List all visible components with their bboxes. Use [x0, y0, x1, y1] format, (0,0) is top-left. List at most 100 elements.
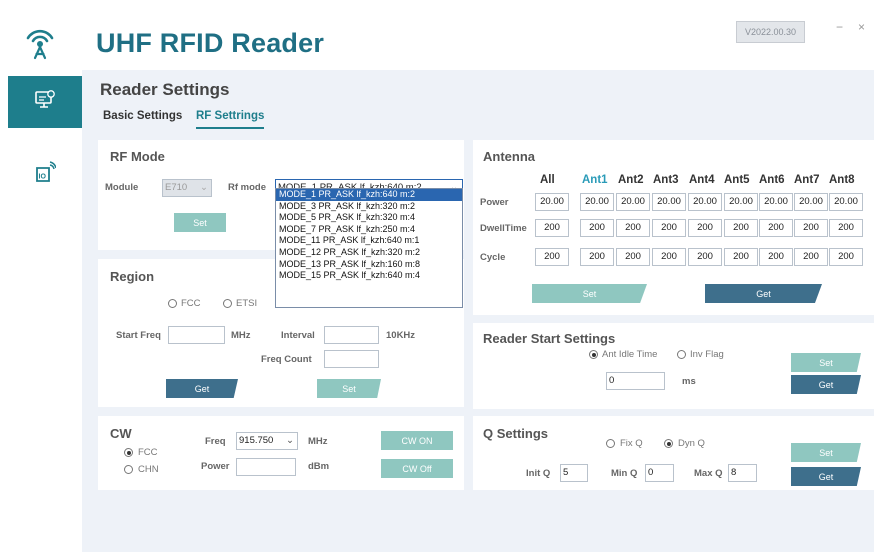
start-freq-input[interactable] — [168, 326, 225, 344]
title-bar: UHF RFID Reader V2022.00.30 − × — [8, 8, 874, 70]
cycle-ant6-input[interactable]: 200 — [759, 248, 793, 266]
sidebar: IO — [8, 70, 82, 552]
cw-chn-label: CHN — [138, 464, 159, 475]
region-fcc-label: FCC — [181, 298, 201, 309]
version-badge: V2022.00.30 — [736, 21, 806, 43]
antenna-get-button[interactable]: Get — [705, 284, 822, 303]
minimize-button[interactable]: − — [836, 20, 843, 34]
region-fcc-radio[interactable] — [168, 299, 177, 308]
power-ant7-input[interactable]: 20.00 — [794, 193, 828, 211]
cycle-ant1-input[interactable]: 200 — [580, 248, 614, 266]
ant-idle-time-label: Ant Idle Time — [602, 349, 658, 360]
dwelltime-ant5-input[interactable]: 200 — [724, 219, 758, 237]
rf-mode-option[interactable]: MODE_11 PR_ASK lf_kzh:640 m:1 — [276, 235, 462, 247]
antenna-set-button[interactable]: Set — [532, 284, 647, 303]
dwelltime-ant6-input[interactable]: 200 — [759, 219, 793, 237]
sidebar-item-settings[interactable] — [8, 76, 82, 128]
dyn-q-radio[interactable] — [664, 439, 673, 448]
start-freq-unit: MHz — [231, 330, 251, 341]
dwelltime-ant8-input[interactable]: 200 — [829, 219, 863, 237]
cw-freq-label: Freq — [205, 436, 226, 447]
rf-mode-option[interactable]: MODE_12 PR_ASK lf_kzh:320 m:2 — [276, 247, 462, 259]
cycle-all-input[interactable]: 200 — [535, 248, 569, 266]
rf-mode-title: RF Mode — [110, 149, 165, 164]
region-etsi-label: ETSI — [236, 298, 258, 309]
rf-mode-option[interactable]: MODE_13 PR_ASK lf_kzh:160 m:8 — [276, 259, 462, 271]
reader-start-title: Reader Start Settings — [483, 331, 616, 346]
rf-mode-option[interactable]: MODE_7 PR_ASK lf_kzh:250 m:4 — [276, 224, 462, 236]
dwelltime-ant3-input[interactable]: 200 — [652, 219, 686, 237]
inv-flag-radio[interactable] — [677, 350, 686, 359]
dwelltime-ant7-input[interactable]: 200 — [794, 219, 828, 237]
reader-start-unit: ms — [682, 376, 696, 387]
cycle-ant8-input[interactable]: 200 — [829, 248, 863, 266]
rf-mode-set-button[interactable]: Set — [174, 213, 226, 232]
close-button[interactable]: × — [858, 20, 865, 34]
cycle-ant7-input[interactable]: 200 — [794, 248, 828, 266]
interval-input[interactable] — [324, 326, 379, 344]
antenna-header-ant2: Ant2 — [618, 174, 644, 186]
max-q-input[interactable]: 8 — [728, 464, 757, 482]
power-ant6-input[interactable]: 20.00 — [759, 193, 793, 211]
interval-unit: 10KHz — [386, 330, 416, 341]
rf-mode-option[interactable]: MODE_5 PR_ASK lf_kzh:320 m:4 — [276, 212, 462, 224]
start-freq-label: Start Freq — [116, 330, 161, 341]
antenna-header-ant5: Ant5 — [724, 174, 750, 186]
reader-start-set-button[interactable]: Set — [791, 353, 861, 372]
q-get-button[interactable]: Get — [791, 467, 861, 486]
cycle-ant5-input[interactable]: 200 — [724, 248, 758, 266]
cw-on-button[interactable]: CW ON — [381, 431, 453, 450]
antenna-header-ant6: Ant6 — [759, 174, 785, 186]
tab-basic-settings[interactable]: Basic Settings — [103, 110, 182, 127]
dwelltime-ant4-input[interactable]: 200 — [688, 219, 722, 237]
q-settings-title: Q Settings — [483, 426, 549, 441]
cw-power-unit: dBm — [308, 461, 330, 472]
power-ant4-input[interactable]: 20.00 — [688, 193, 722, 211]
rf-mode-dropdown-list: MODE_1 PR_ASK lf_kzh:640 m:2 MODE_3 PR_A… — [275, 188, 463, 308]
power-ant1-input[interactable]: 20.00 — [580, 193, 614, 211]
rf-mode-option[interactable]: MODE_15 PR_ASK lf_kzh:640 m:4 — [276, 270, 462, 282]
app-window: UHF RFID Reader V2022.00.30 − × IO Reade… — [8, 8, 874, 552]
app-title: UHF RFID Reader — [96, 28, 325, 58]
q-set-button[interactable]: Set — [791, 443, 861, 462]
cycle-ant2-input[interactable]: 200 — [616, 248, 650, 266]
dwelltime-row-label: DwellTime — [480, 223, 527, 234]
cycle-ant4-input[interactable]: 200 — [688, 248, 722, 266]
cw-off-button[interactable]: CW Off — [381, 459, 453, 478]
tab-rf-settings[interactable]: RF Settrings — [196, 110, 265, 129]
antenna-header-ant3: Ant3 — [653, 174, 679, 186]
power-all-input[interactable]: 20.00 — [535, 193, 569, 211]
max-q-label: Max Q — [694, 468, 723, 479]
module-select[interactable]: E710 ⌄ — [162, 179, 212, 197]
cw-fcc-radio[interactable] — [124, 448, 133, 457]
dwelltime-ant1-input[interactable]: 200 — [580, 219, 614, 237]
reader-start-input[interactable]: 0 — [606, 372, 665, 390]
power-ant2-input[interactable]: 20.00 — [616, 193, 650, 211]
cw-freq-select[interactable]: 915.750 ⌄ — [236, 432, 298, 450]
power-ant8-input[interactable]: 20.00 — [829, 193, 863, 211]
freq-count-input[interactable] — [324, 350, 379, 368]
cw-power-input[interactable] — [236, 458, 296, 476]
power-ant5-input[interactable]: 20.00 — [724, 193, 758, 211]
reader-start-get-button[interactable]: Get — [791, 375, 861, 394]
rf-mode-option[interactable]: MODE_3 PR_ASK lf_kzh:320 m:2 — [276, 201, 462, 213]
antenna-title: Antenna — [483, 149, 535, 164]
init-q-input[interactable]: 5 — [560, 464, 588, 482]
dwelltime-all-input[interactable]: 200 — [535, 219, 569, 237]
power-ant3-input[interactable]: 20.00 — [652, 193, 686, 211]
region-get-button[interactable]: Get — [166, 379, 238, 398]
module-label: Module — [105, 182, 139, 193]
rf-mode-option[interactable]: MODE_1 PR_ASK lf_kzh:640 m:2 — [276, 189, 462, 201]
fix-q-radio[interactable] — [606, 439, 615, 448]
min-q-input[interactable]: 0 — [645, 464, 674, 482]
dwelltime-ant2-input[interactable]: 200 — [616, 219, 650, 237]
antenna-header-ant8: Ant8 — [829, 174, 855, 186]
antenna-header-ant7: Ant7 — [794, 174, 820, 186]
interval-label: Interval — [281, 330, 315, 341]
region-etsi-radio[interactable] — [223, 299, 232, 308]
cw-chn-radio[interactable] — [124, 465, 133, 474]
cycle-ant3-input[interactable]: 200 — [652, 248, 686, 266]
region-set-button[interactable]: Set — [317, 379, 381, 398]
sidebar-item-io[interactable]: IO — [8, 148, 82, 200]
ant-idle-time-radio[interactable] — [589, 350, 598, 359]
